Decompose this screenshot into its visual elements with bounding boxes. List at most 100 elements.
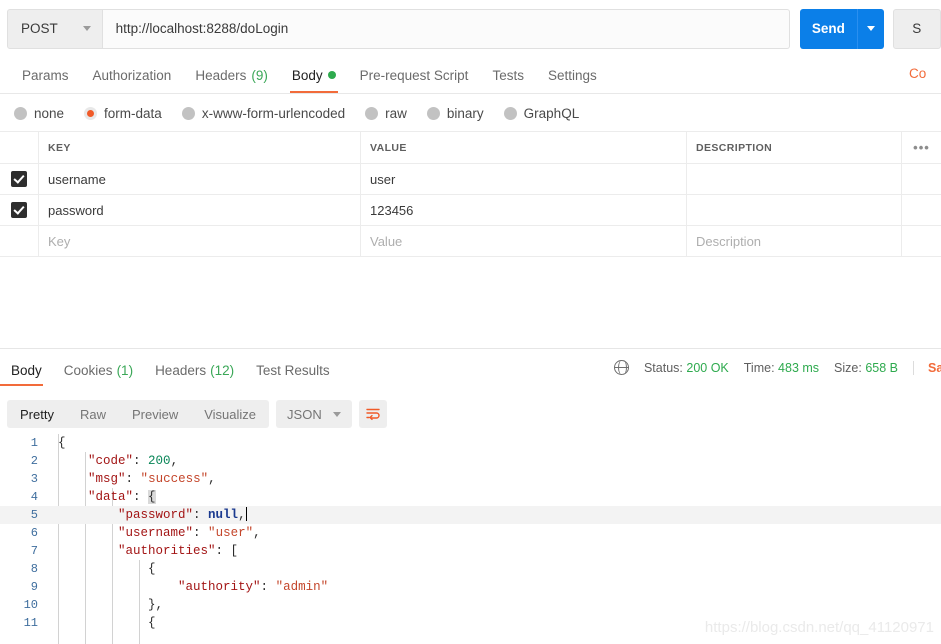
code-line: 7 "authorities": [ (0, 542, 941, 560)
tab-tests[interactable]: Tests (480, 57, 536, 93)
pane-divider[interactable] (0, 348, 941, 349)
globe-icon[interactable] (613, 359, 630, 376)
response-tab-headers-label: Headers (155, 362, 207, 378)
tab-body-label: Body (291, 67, 323, 83)
response-tab-test-results[interactable]: Test Results (245, 354, 341, 386)
code-line: 11 { (0, 614, 941, 632)
body-type-none[interactable]: none (14, 106, 64, 121)
code-content: "msg": "success", (88, 472, 216, 486)
tab-settings[interactable]: Settings (536, 57, 609, 93)
table-empty-row[interactable]: Key Value Description (0, 225, 941, 257)
body-type-urlencoded[interactable]: x-www-form-urlencoded (181, 106, 346, 121)
code-content: "password": null, (118, 507, 247, 522)
save-response-button[interactable]: Save R (913, 360, 941, 375)
row-key-password[interactable]: password (38, 194, 360, 226)
time-value: 483 ms (778, 360, 820, 375)
json-value-username: user (215, 526, 246, 540)
cookies-link[interactable]: Co (909, 66, 941, 81)
code-line: 4 "data": { (0, 488, 941, 506)
response-tab-test-results-label: Test Results (256, 362, 330, 378)
tab-params-label: Params (22, 67, 69, 83)
chevron-down-icon (82, 26, 91, 31)
row-value-username[interactable]: user (360, 163, 686, 195)
code-content: "code": 200, (88, 454, 179, 468)
code-content: "data": { (88, 490, 156, 504)
time-group: Time: 483 ms (744, 361, 819, 375)
table-options-button[interactable]: ••• (901, 131, 941, 164)
word-wrap-button[interactable] (358, 400, 387, 428)
body-modified-dot-icon (327, 71, 336, 79)
row-value-password[interactable]: 123456 (360, 194, 686, 226)
form-data-table: KEY VALUE DESCRIPTION ••• username user … (0, 131, 941, 257)
code-content: "username": "user", (118, 526, 261, 540)
response-format-select[interactable]: JSON (276, 400, 352, 428)
row-description-username[interactable] (686, 163, 901, 195)
response-tab-headers[interactable]: Headers (12) (144, 354, 245, 386)
response-view-toolbar: Pretty Raw Preview Visualize JSON (0, 394, 941, 434)
code-content: }, (148, 598, 164, 612)
empty-row-menu (901, 225, 941, 257)
save-request-label: S (912, 21, 922, 36)
tab-pre-request-script[interactable]: Pre-request Script (348, 57, 481, 93)
line-number: 10 (23, 598, 38, 612)
empty-row-value-input[interactable]: Value (360, 225, 686, 257)
view-mode-raw[interactable]: Raw (67, 400, 119, 428)
response-format-label: JSON (287, 406, 322, 422)
body-type-form-data[interactable]: form-data (84, 106, 162, 121)
size-label: Size: (834, 360, 862, 375)
row-description-password[interactable] (686, 194, 901, 226)
line-number: 3 (30, 472, 38, 486)
body-type-binary-label: binary (446, 106, 484, 121)
response-tab-cookies-count: (1) (116, 362, 134, 378)
empty-row-description-input[interactable]: Description (686, 225, 901, 257)
row-checkbox-password[interactable] (0, 202, 38, 218)
empty-row-key-input[interactable]: Key (38, 225, 360, 257)
json-value-msg: success (148, 472, 201, 486)
code-line: 6 "username": "user", (0, 524, 941, 542)
line-number: 1 (30, 436, 38, 450)
body-type-urlencoded-label: x-www-form-urlencoded (201, 106, 346, 121)
checkbox-checked-icon (11, 171, 27, 187)
code-line: 10 }, (0, 596, 941, 614)
send-button[interactable]: Send (799, 8, 858, 49)
http-method-select[interactable]: POST (7, 8, 103, 49)
tab-headers[interactable]: Headers (9) (183, 57, 280, 93)
header-key: KEY (38, 131, 360, 164)
code-content: { (58, 436, 66, 450)
tab-body[interactable]: Body (280, 57, 348, 93)
view-mode-visualize[interactable]: Visualize (191, 400, 269, 428)
line-number: 6 (30, 526, 38, 540)
line-number: 2 (30, 454, 38, 468)
code-content: "authorities": [ (118, 544, 239, 558)
request-url-bar: POST http://localhost:8288/doLogin Send … (0, 0, 941, 57)
body-type-binary[interactable]: binary (426, 106, 484, 121)
code-content: { (148, 616, 156, 630)
row-checkbox-username[interactable] (0, 171, 38, 187)
status-label: Status: (643, 360, 683, 375)
view-mode-group: Pretty Raw Preview Visualize (7, 400, 270, 428)
response-tab-body[interactable]: Body (0, 354, 53, 386)
tab-params[interactable]: Params (10, 57, 81, 93)
save-request-button[interactable]: S (892, 8, 941, 49)
table-row[interactable]: username user (0, 163, 941, 195)
response-tab-cookies-label: Cookies (63, 362, 113, 378)
view-mode-preview[interactable]: Preview (119, 400, 191, 428)
url-input[interactable]: http://localhost:8288/doLogin (102, 8, 790, 49)
line-number: 11 (23, 616, 38, 630)
response-tab-cookies[interactable]: Cookies (1) (53, 354, 144, 386)
table-row[interactable]: password 123456 (0, 194, 941, 226)
view-mode-pretty[interactable]: Pretty (7, 400, 67, 428)
body-type-raw-label: raw (385, 106, 407, 121)
checkbox-checked-icon (11, 202, 27, 218)
body-type-graphql[interactable]: GraphQL (503, 106, 579, 121)
header-description: DESCRIPTION (686, 131, 901, 164)
send-button-group: Send (799, 8, 884, 49)
tab-headers-count: (9) (251, 67, 268, 83)
body-type-raw[interactable]: raw (365, 106, 407, 121)
tab-settings-label: Settings (547, 67, 597, 83)
tab-authorization-label: Authorization (92, 67, 172, 83)
row-key-username[interactable]: username (38, 163, 360, 195)
send-options-button[interactable] (857, 8, 884, 49)
response-body-editor[interactable]: 1 { 2 "code": 200, 3 "msg": "success", 4… (0, 434, 941, 644)
tab-authorization[interactable]: Authorization (81, 57, 184, 93)
